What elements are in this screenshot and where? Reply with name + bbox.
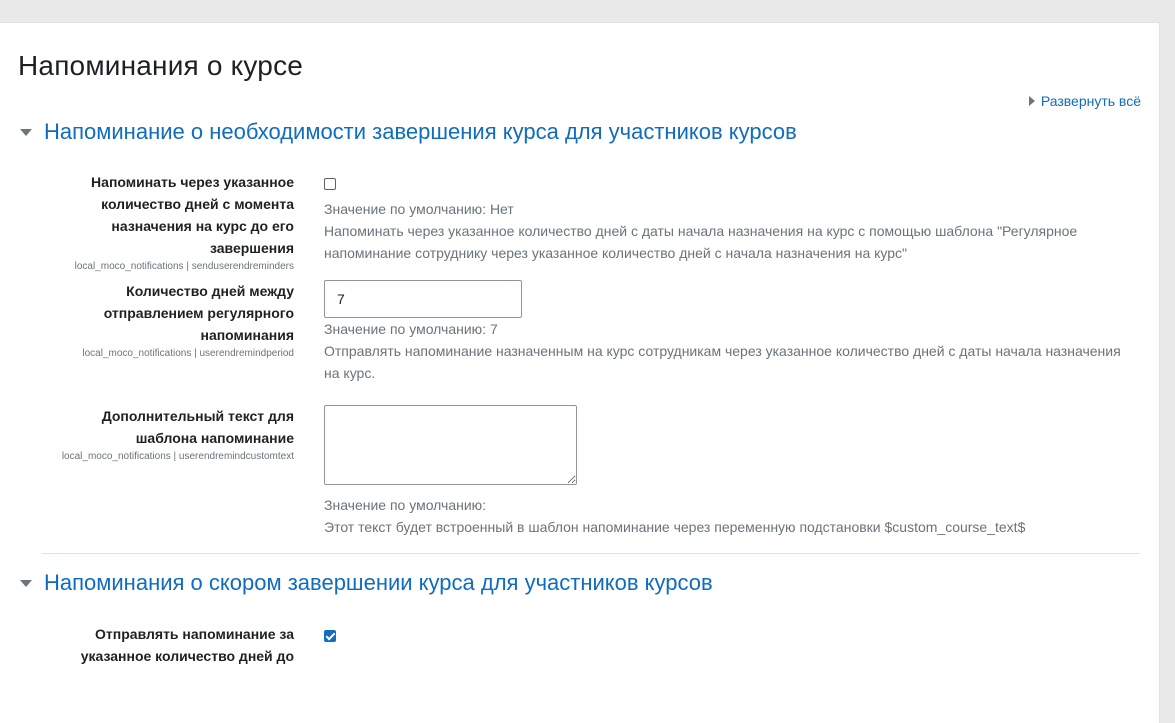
setting-label: Отправлять напоминание за указанное коли… — [80, 626, 294, 664]
setting-control-column — [324, 623, 1134, 650]
setting-label-column: Дополнительный текст для шаблона напомин… — [40, 405, 294, 465]
setting-label: Напоминать через указанное количество дн… — [91, 174, 294, 256]
send-reminder-before-end-checkbox[interactable] — [324, 630, 336, 642]
page-title: Напоминания о курсе — [18, 50, 304, 81]
setting-default-value: Значение по умолчанию: 7 — [324, 321, 498, 337]
senduserendreminders-checkbox[interactable] — [324, 178, 336, 190]
setting-description: Напоминать через указанное количество дн… — [324, 223, 1078, 261]
section-header-course-completion-reminder[interactable]: Напоминание о необходимости завершения к… — [18, 119, 797, 145]
section-title: Напоминание о необходимости завершения к… — [44, 119, 797, 144]
caret-down-icon — [20, 128, 32, 136]
setting-label-column: Напоминать через указанное количество дн… — [40, 171, 294, 275]
setting-description: Отправлять напоминание назначенным на ку… — [324, 343, 1121, 381]
caret-down-icon — [20, 579, 32, 587]
section-divider — [42, 553, 1140, 554]
setting-varname: local_moco_notifications | userendremind… — [82, 348, 294, 359]
setting-default-value: Значение по умолчанию: — [324, 497, 487, 513]
main-content-card: Напоминания о курсе Развернуть всё Напом… — [0, 22, 1160, 723]
setting-varname: local_moco_notifications | userendremind… — [61, 451, 294, 462]
setting-control-column: Значение по умолчанию: 7 Отправлять напо… — [324, 280, 1134, 384]
userendremindperiod-input[interactable] — [324, 280, 522, 318]
section-header-course-ending-soon-reminder[interactable]: Напоминания о скором завершении курса дл… — [18, 570, 713, 596]
caret-right-icon — [1028, 96, 1035, 106]
setting-control-column: Значение по умолчанию: Этот текст будет … — [324, 405, 1134, 538]
section-title: Напоминания о скором завершении курса дл… — [44, 570, 713, 595]
setting-varname: local_moco_notifications | senduserendre… — [74, 261, 294, 272]
expand-all-link[interactable]: Развернуть всё — [1028, 93, 1141, 109]
setting-label: Дополнительный текст для шаблона напомин… — [101, 408, 294, 446]
setting-label-column: Количество дней между отправлением регул… — [40, 280, 294, 362]
setting-control-column: Значение по умолчанию: Нет Напоминать че… — [324, 171, 1134, 264]
setting-description: Этот текст будет встроенный в шаблон нап… — [324, 519, 1026, 535]
expand-all-label: Развернуть всё — [1040, 93, 1141, 109]
userendremindcustomtext-textarea[interactable] — [324, 405, 577, 485]
setting-label: Количество дней между отправлением регул… — [103, 283, 294, 343]
setting-default-value: Значение по умолчанию: Нет — [324, 201, 514, 217]
setting-label-column: Отправлять напоминание за указанное коли… — [40, 623, 294, 667]
